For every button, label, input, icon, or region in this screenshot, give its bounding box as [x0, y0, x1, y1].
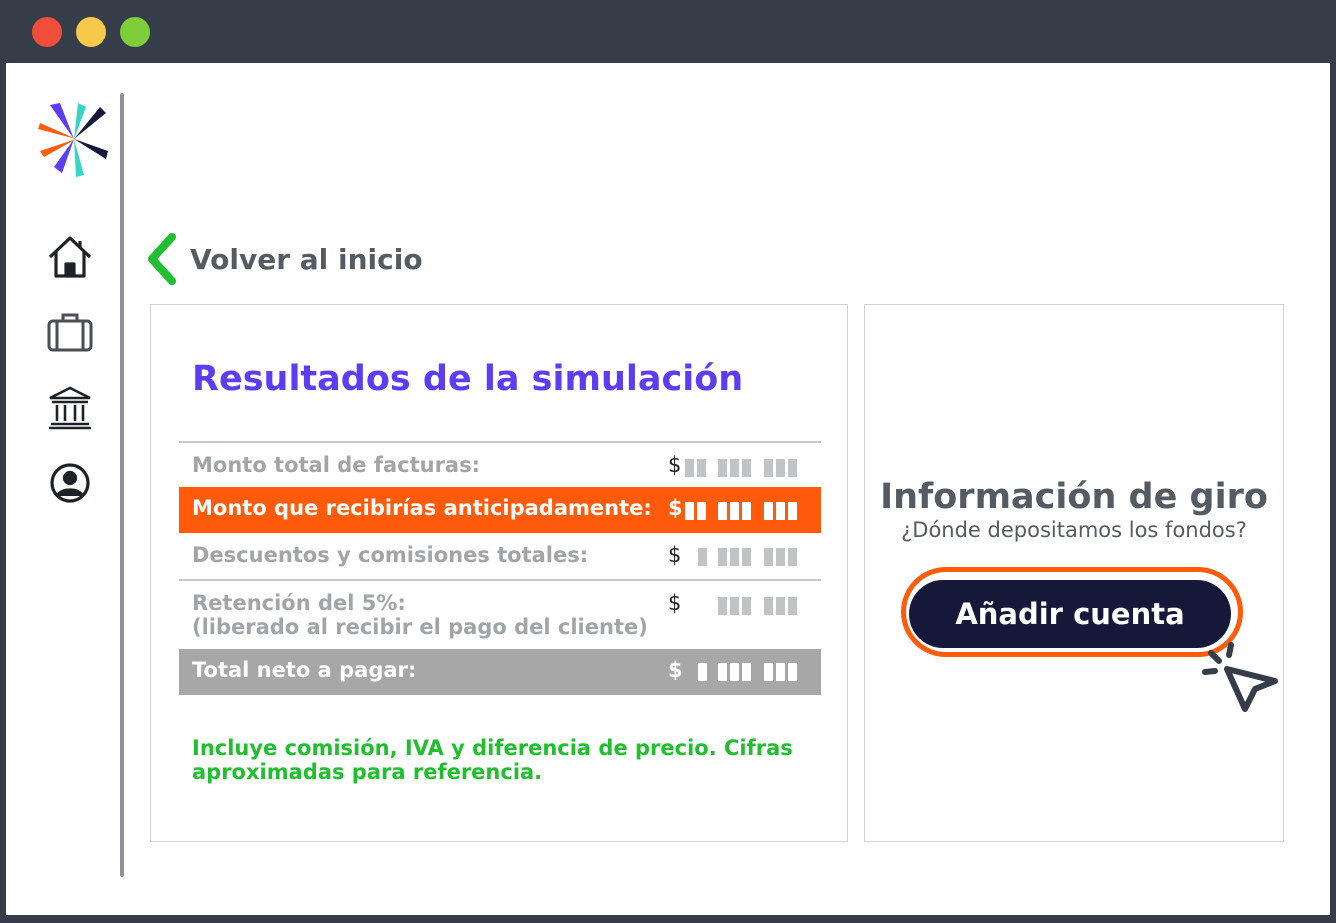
- sidebar-divider: [120, 93, 124, 877]
- simulation-title: Resultados de la simulación: [192, 359, 744, 399]
- currency-symbol: $: [668, 453, 682, 477]
- bank-icon[interactable]: [46, 384, 94, 432]
- minimize-window-button[interactable]: [76, 17, 106, 47]
- table-row: Retención del 5%: (liberado al recibir el…: [179, 579, 821, 649]
- row-label: Retención del 5%: (liberado al recibir el…: [192, 591, 648, 639]
- row-label: Monto total de facturas:: [192, 453, 480, 477]
- row-label: Total neto a pagar:: [192, 658, 417, 682]
- table-row: Descuentos y comisiones totales: $: [179, 533, 821, 579]
- disclaimer-note: Incluye comisión, IVA y diferencia de pr…: [192, 736, 793, 784]
- transfer-info-subtitle: ¿Dónde depositamos los fondos?: [901, 518, 1247, 542]
- close-window-button[interactable]: [32, 17, 62, 47]
- masked-amount: [685, 663, 801, 681]
- masked-amount: [685, 502, 801, 520]
- table-row-highlight: Monto que recibirías anticipadamente: $: [179, 487, 821, 533]
- app-window: Volver al inicio Resultados de la simula…: [6, 63, 1330, 915]
- simulation-table: Monto total de facturas: $ Monto que rec…: [179, 441, 821, 695]
- masked-amount: [685, 548, 801, 566]
- table-row: Monto total de facturas: $: [179, 441, 821, 487]
- back-to-home-link[interactable]: Volver al inicio: [144, 233, 423, 285]
- simulation-results-card: Resultados de la simulación Monto total …: [150, 304, 848, 842]
- window-titlebar: [0, 0, 1336, 63]
- masked-amount: [685, 597, 801, 615]
- chevron-left-icon: [148, 233, 176, 285]
- row-label: Monto que recibirías anticipadamente:: [192, 496, 652, 520]
- row-label: Descuentos y comisiones totales:: [192, 543, 589, 567]
- transfer-info-title: Información de giro: [880, 477, 1268, 517]
- masked-amount: [685, 459, 801, 477]
- currency-symbol: $: [668, 543, 682, 567]
- back-link-label: Volver al inicio: [190, 242, 423, 276]
- maximize-window-button[interactable]: [120, 17, 150, 47]
- currency-symbol: $: [668, 658, 683, 682]
- briefcase-icon[interactable]: [46, 308, 94, 356]
- asterisk-logo-icon[interactable]: [36, 101, 112, 177]
- home-icon[interactable]: [46, 233, 94, 281]
- currency-symbol: $: [668, 496, 683, 520]
- currency-symbol: $: [668, 591, 682, 615]
- table-row-total: Total neto a pagar: $: [179, 649, 821, 695]
- transfer-info-card: Información de giro ¿Dónde depositamos l…: [864, 304, 1284, 842]
- user-icon[interactable]: [46, 459, 94, 507]
- add-account-button[interactable]: Añadir cuenta: [909, 580, 1231, 648]
- pointer-cursor-icon: [1202, 642, 1278, 712]
